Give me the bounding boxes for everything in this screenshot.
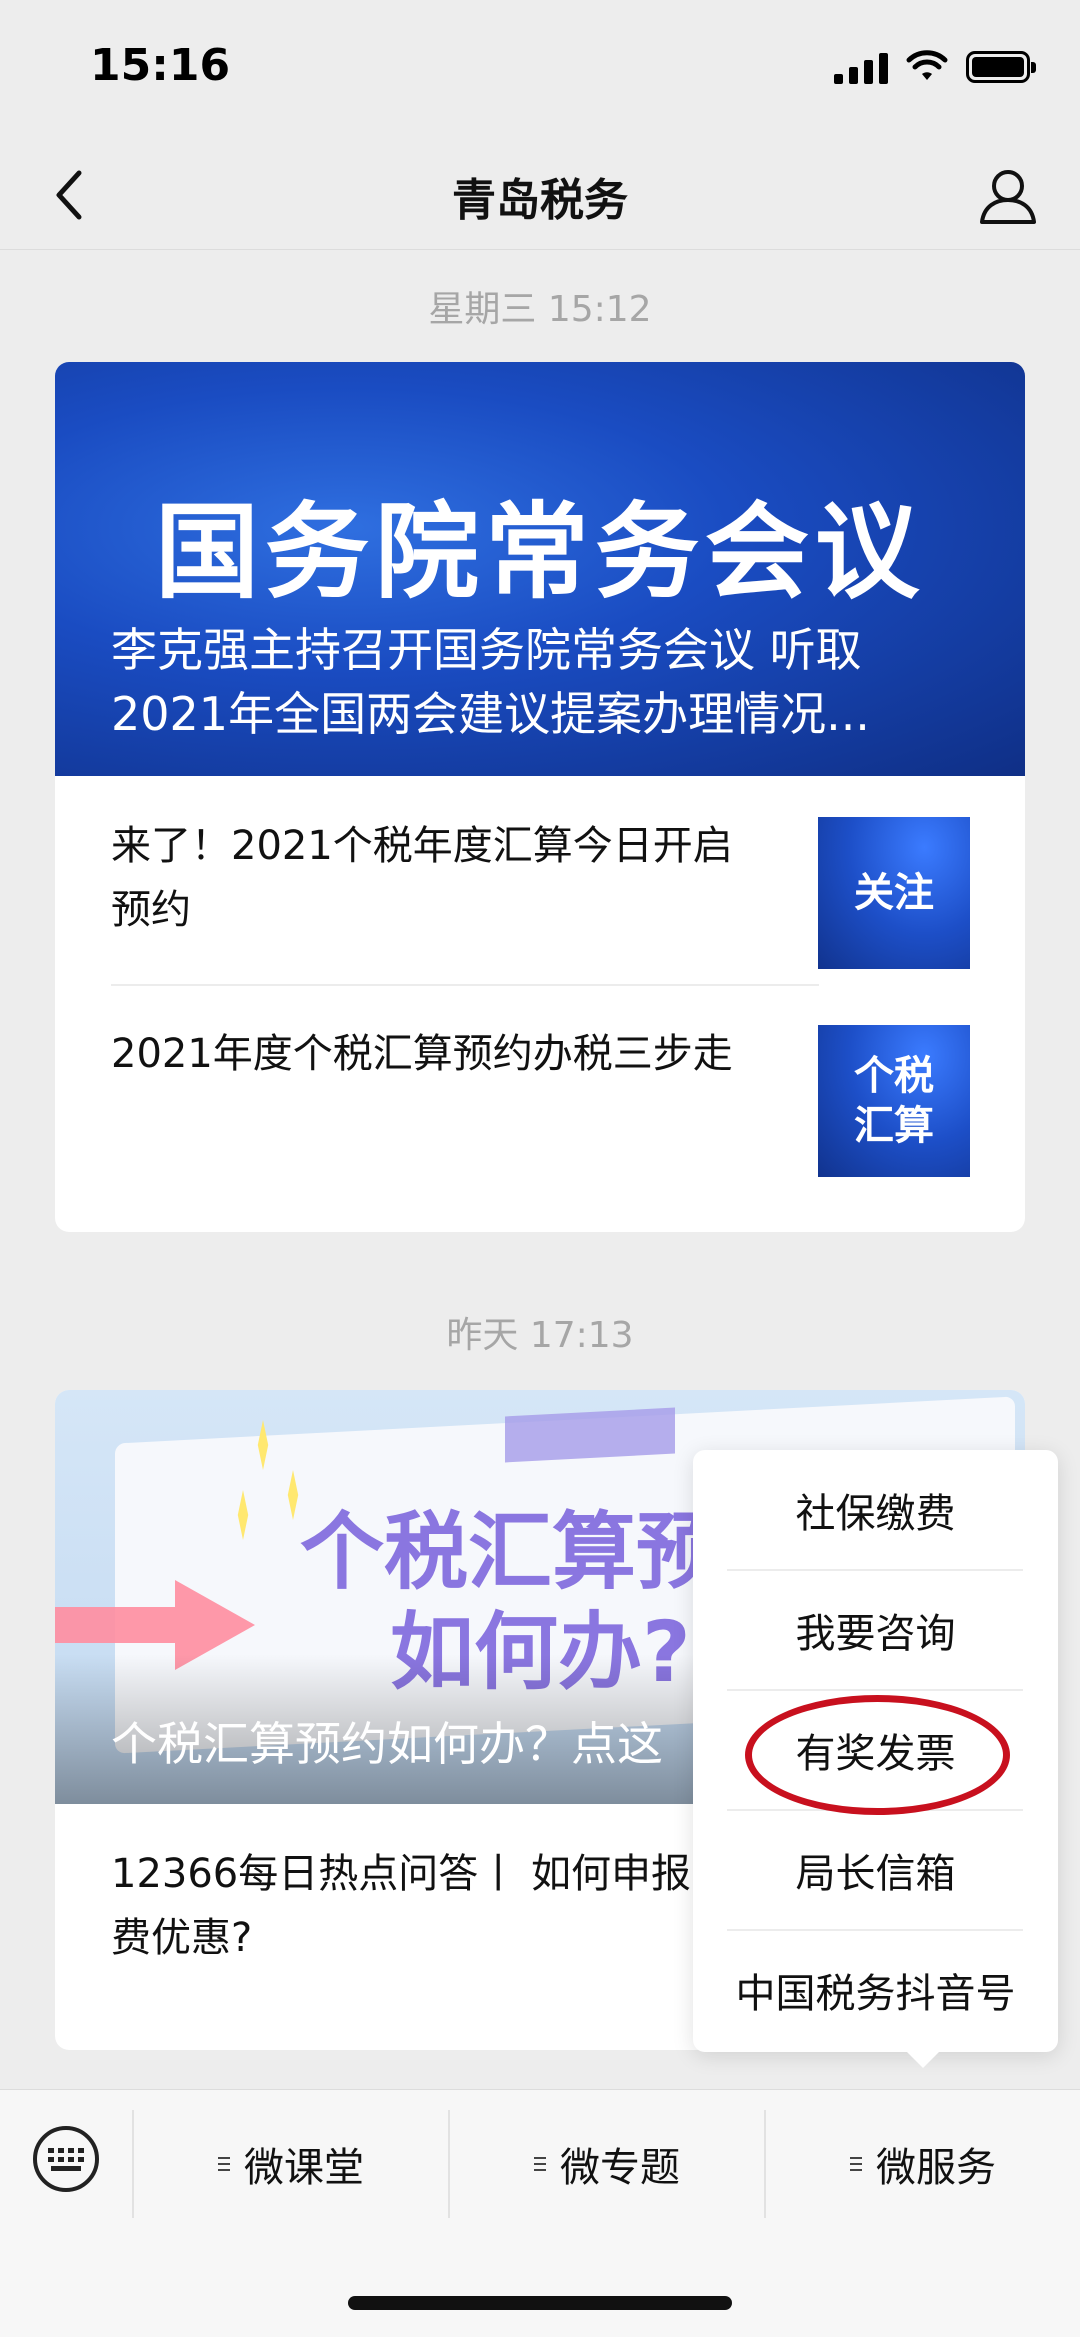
keyboard-icon[interactable] [33,2126,99,2192]
highlight-annotation [745,1695,1010,1815]
home-indicator[interactable] [348,2296,732,2310]
nav-bar: 青岛税务 [0,140,1080,250]
article-thumbnail: 个税 汇算 [818,1025,970,1177]
banner-caption-line: 李克强主持召开国务院常务会议 听取 [111,623,862,677]
page-title: 青岛税务 [452,175,628,226]
menu-item-consult[interactable]: 我要咨询 [693,1570,1058,1689]
banner-caption-line: 2021年全国两会建议提案办理情况... [111,687,870,741]
status-time: 15:16 [90,40,231,91]
article-main-banner[interactable]: 国务院常务会议 李克强主持召开国务院常务会议 听取 2021年全国两会建议提案办… [55,362,1025,776]
menu-button-label: 微课堂 [244,2145,364,2191]
banner-strip-graphic [505,1407,675,1463]
banner-caption: 个税汇算预约如何办？点这 [111,1717,663,1771]
menu-button-label: 微专题 [560,2145,680,2191]
menu-lines-icon [850,2157,862,2171]
article-list-item[interactable]: 2021年度个税汇算预约办税三步走 个税 汇算 [55,984,1025,1192]
article-thumbnail: 关注 [818,817,970,969]
message-timestamp: 昨天 17:13 [446,1315,634,1356]
banner-title: 国务院常务会议 [154,491,925,613]
menu-item-douyin-account[interactable]: 中国税务抖音号 [693,1930,1058,2049]
status-icons [834,50,1036,84]
article-list-item[interactable]: 来了！2021个税年度汇算今日开启预约 关注 [55,776,1025,984]
menu-item-social-security[interactable]: 社保缴费 [693,1450,1058,1569]
message-timestamp: 星期三 15:12 [428,289,652,330]
user-icon[interactable] [976,164,1040,228]
menu-button-micro-topic[interactable]: 微专题 [450,2110,764,2218]
menu-lines-icon [534,2157,546,2171]
menu-item-director-mailbox[interactable]: 局长信箱 [693,1810,1058,1929]
menu-button-micro-service[interactable]: 微服务 [766,2110,1080,2218]
thumbnail-text: 个税 [854,1053,934,1099]
article-title: 来了！2021个税年度汇算今日开启预约 [111,823,733,933]
wifi-icon [906,50,948,80]
signal-icon [834,50,888,84]
banner-caption: 李克强主持召开国务院常务会议 听取 2021年全国两会建议提案办理情况... [111,618,985,746]
menu-button-micro-class[interactable]: 微课堂 [134,2110,448,2218]
status-bar: 15:16 [0,0,1080,140]
menu-button-label: 微服务 [876,2145,996,2191]
battery-icon [966,51,1036,83]
thumbnail-text: 汇算 [854,1103,934,1149]
menu-lines-icon [218,2157,230,2171]
article-title: 2021年度个税汇算预约办税三步走 [111,1031,733,1077]
article-card: 国务院常务会议 李克强主持召开国务院常务会议 听取 2021年全国两会建议提案办… [55,362,1025,1232]
